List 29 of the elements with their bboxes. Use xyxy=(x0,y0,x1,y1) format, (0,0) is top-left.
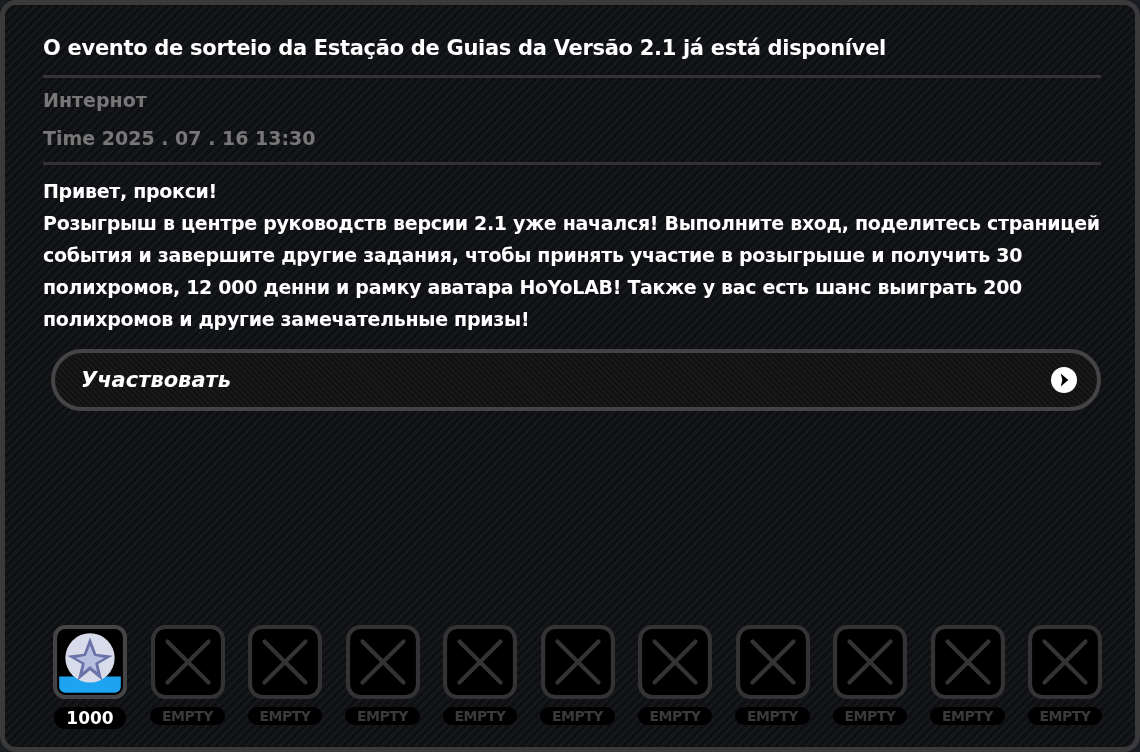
coin-item-icon[interactable] xyxy=(53,625,127,699)
mail-body: Розыгрыш в центре руководств версии 2.1 уже начался! Выполните вход, поделитесь страницей события и завершите другие задания, чтобы принять участие в розыгрыше и получить 30 полихромов, 12 000 денни и рамку аватара HoYoLAB! Также у вас есть шанс выиграть 200 полихромов и другие замечательные призы! xyxy=(43,211,1101,332)
chevron-icon xyxy=(1051,367,1077,393)
empty-label: EMPTY xyxy=(442,707,518,725)
sender-name: Интернот xyxy=(43,88,148,112)
empty-label: EMPTY xyxy=(930,707,1005,725)
empty-label: EMPTY xyxy=(832,707,908,725)
empty-slot-icon xyxy=(248,625,322,699)
empty-slot-icon xyxy=(930,625,1005,699)
mail-title: O evento de sorteio da Estação de Guias da Versão 2.1 já está disponível xyxy=(43,35,887,62)
empty-slot-icon xyxy=(735,625,810,699)
greeting-text: Привет, прокси! xyxy=(43,179,218,204)
empty-label: EMPTY xyxy=(540,707,615,725)
empty-slot-icon xyxy=(833,625,907,699)
empty-slot-icon xyxy=(443,625,517,699)
empty-label: EMPTY xyxy=(247,707,323,725)
empty-label: EMPTY xyxy=(150,707,225,725)
empty-label: EMPTY xyxy=(1027,707,1103,725)
empty-label: EMPTY xyxy=(735,707,810,725)
participate-button[interactable]: Участвовать xyxy=(51,349,1101,411)
empty-label: EMPTY xyxy=(345,707,420,725)
mail-time: Time 2025 . 07 . 16 13:30 xyxy=(43,126,317,150)
empty-slot-icon xyxy=(1028,625,1102,699)
empty-label: EMPTY xyxy=(637,707,713,725)
empty-slot-icon xyxy=(345,625,420,699)
empty-slot-icon xyxy=(150,625,225,699)
item-count: 1000 xyxy=(54,707,126,729)
empty-slot-icon xyxy=(638,625,712,699)
empty-slot-icon xyxy=(540,625,615,699)
